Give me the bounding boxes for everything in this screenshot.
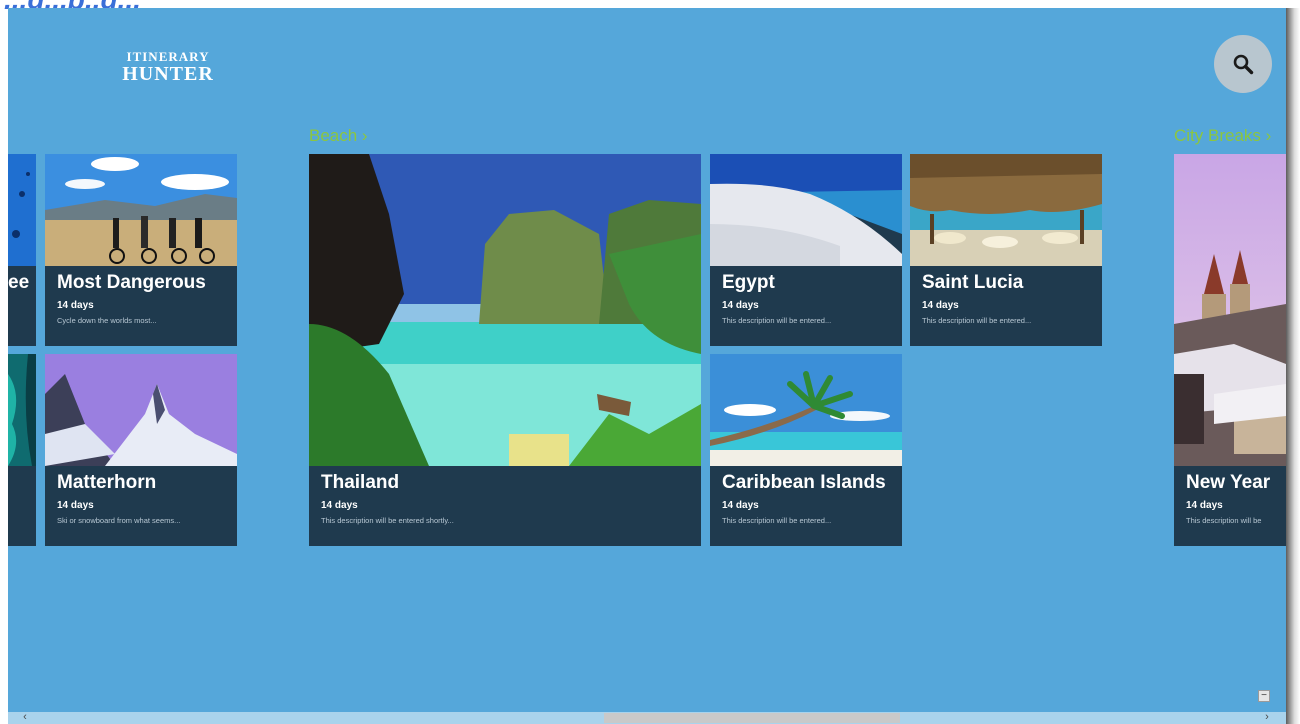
tile-title: Thailand [321,472,400,493]
tile-title: Most Dangerous [57,272,206,293]
tile-description: This description will be [1186,516,1262,525]
tile-info: Matterhorn 14 days Ski or snowboard from… [45,466,237,546]
tile-days: 14 days [57,300,94,311]
tile-info: Saint Lucia 14 days This description wil… [910,266,1102,346]
app-logo: ITINERARY HUNTER [106,50,230,84]
tile-partial-left-bottom[interactable] [8,354,36,546]
tile-description: This description will be entered shortly… [321,516,454,525]
tile-partial-left-top[interactable]: ee [8,154,36,346]
screenshot-frame: ...g...p..g... ITINERARY HUNTER Beach › … [0,0,1300,724]
tile-info: ee [8,266,36,346]
tile-title: Caribbean Islands [722,472,886,493]
group-title-beach[interactable]: Beach › [309,126,368,146]
tile-title: Saint Lucia [922,272,1024,293]
tile-egypt[interactable]: Egypt 14 days This description will be e… [710,154,902,346]
tile-image [8,354,36,466]
tile-image [710,154,902,266]
tile-caribbean-islands[interactable]: Caribbean Islands 14 days This descripti… [710,354,902,546]
window-shadow-right [1286,8,1300,724]
tile-title: New Year [1186,472,1271,493]
tile-info: New Year 14 days This description will b… [1174,466,1286,546]
tile-saint-lucia[interactable]: Saint Lucia 14 days This description wil… [910,154,1102,346]
app-hub-page: ITINERARY HUNTER Beach › City Breaks › e… [8,8,1286,712]
logo-line-2: HUNTER [122,63,214,85]
scrollbar-thumb[interactable] [604,713,900,723]
tile-image [45,354,237,466]
tile-title: Egypt [722,272,775,293]
tile-info: Most Dangerous 14 days Cycle down the wo… [45,266,237,346]
tile-image [45,154,237,266]
tile-image [309,154,701,466]
tile-description: This description will be entered... [722,316,832,325]
group-title-city-breaks[interactable]: City Breaks › [1174,126,1271,146]
tile-description: Ski or snowboard from what seems... [57,516,181,525]
search-icon [1233,54,1254,75]
tile-matterhorn[interactable]: Matterhorn 14 days Ski or snowboard from… [45,354,237,546]
tile-thailand[interactable]: Thailand 14 days This description will b… [309,154,701,546]
tile-image [1174,154,1286,466]
tile-most-dangerous[interactable]: Most Dangerous 14 days Cycle down the wo… [45,154,237,346]
logo-line-1: ITINERARY [126,49,210,64]
tile-title: ee [8,272,30,293]
tile-days: 14 days [922,300,959,311]
tile-title: Matterhorn [57,472,157,493]
scroll-right-arrow[interactable]: › [1260,711,1274,723]
tile-description: Cycle down the worlds most... [57,316,157,325]
search-button[interactable] [1214,35,1272,93]
tile-description: This description will be entered... [922,316,1032,325]
tile-days: 14 days [722,500,759,511]
scroll-left-arrow[interactable]: ‹ [18,711,32,723]
zoom-out-icon: − [1261,690,1267,701]
tile-info: Caribbean Islands 14 days This descripti… [710,466,902,546]
tile-image [910,154,1102,266]
semantic-zoom-button[interactable]: − [1258,690,1270,702]
tile-days: 14 days [321,500,358,511]
tile-new-year[interactable]: New Year 14 days This description will b… [1174,154,1286,546]
tile-info: Egypt 14 days This description will be e… [710,266,902,346]
tile-days: 14 days [722,300,759,311]
tile-image [8,154,36,266]
tile-description: This description will be entered... [722,516,832,525]
tile-info: Thailand 14 days This description will b… [309,466,701,546]
tile-days: 14 days [1186,500,1223,511]
tile-image [710,354,902,466]
tile-days: 14 days [57,500,94,511]
horizontal-scrollbar[interactable]: ‹ › [8,711,1286,724]
